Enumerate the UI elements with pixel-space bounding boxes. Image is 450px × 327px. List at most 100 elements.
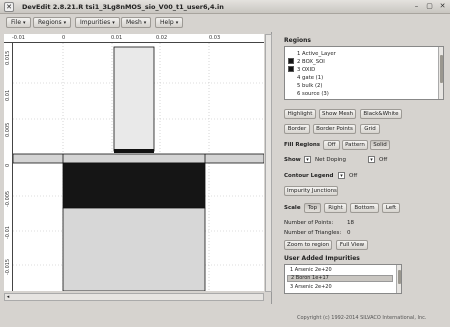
- region-gate[interactable]: [113, 46, 155, 152]
- black-white-button[interactable]: Black&White: [360, 109, 402, 119]
- fill-regions-label: Fill Regions: [284, 142, 321, 148]
- list-item[interactable]: 2 BOX_SOI: [288, 58, 325, 66]
- list-item[interactable]: 4 gate (1): [288, 74, 323, 82]
- menu-help-label: Help: [160, 19, 174, 26]
- fill-off-button[interactable]: Off: [323, 140, 340, 150]
- chevron-down-icon: ▾: [175, 20, 179, 26]
- y-tick-label: 0: [5, 163, 11, 167]
- region-swatch: [288, 74, 294, 80]
- menu-regions[interactable]: Regions ▾: [33, 17, 72, 28]
- border-button[interactable]: Border: [284, 124, 310, 134]
- region-label: 4 gate (1): [297, 75, 324, 81]
- y-tick-label: -0.015: [5, 258, 11, 275]
- x-tick-label: 0: [62, 35, 66, 41]
- region-bulk[interactable]: [62, 207, 206, 291]
- menu-mesh[interactable]: Mesh ▾: [121, 17, 152, 28]
- zoom-to-region-button[interactable]: Zoom to region: [284, 240, 332, 250]
- regions-title: Regions: [284, 37, 312, 44]
- fill-solid-button[interactable]: Solid: [370, 140, 390, 150]
- list-item[interactable]: 5 bulk (2): [288, 82, 323, 90]
- app-icon[interactable]: ✕: [4, 2, 14, 12]
- menu-impurities-label: Impurities: [80, 19, 111, 26]
- list-item[interactable]: 1 Active_Layer: [288, 50, 336, 58]
- region-label: 5 bulk (2): [297, 83, 323, 89]
- regions-list[interactable]: 1 Active_Layer 2 BOX_SOI 3 OXID 4 gate (…: [284, 46, 444, 100]
- region-swatch: [288, 66, 294, 72]
- contour-off-label: Off: [349, 173, 358, 179]
- triangles-value: 0: [347, 230, 351, 236]
- x-tick-label: 0.01: [111, 35, 123, 41]
- list-item[interactable]: 3 OXID: [288, 66, 315, 74]
- maximize-icon[interactable]: ▢: [425, 2, 434, 11]
- regions-scrollbar[interactable]: [438, 47, 443, 99]
- scale-top-button[interactable]: Top: [304, 203, 321, 213]
- x-tick-label: 0.02: [156, 35, 168, 41]
- region-swatch: [288, 58, 294, 64]
- y-tick-label: 0.005: [5, 122, 11, 137]
- region-label: 2 BOX_SOI: [297, 59, 325, 65]
- device-canvas[interactable]: [13, 43, 264, 291]
- region-label: 1 Active_Layer: [297, 51, 336, 57]
- contour-legend-checkbox[interactable]: ▾: [338, 172, 345, 179]
- menu-mesh-label: Mesh: [126, 19, 142, 26]
- impurity-junctions-button[interactable]: Impurity Junctions: [284, 186, 338, 196]
- show-mesh-button[interactable]: Show Mesh: [319, 109, 356, 119]
- menu-bar: File ▾ Regions ▾ Impurities ▾ Mesh ▾ Help ▾: [0, 14, 450, 31]
- impurities-list[interactable]: 1 Arsenic 2e+20 2 Boron 1e+17 3 Arsenic …: [284, 264, 402, 294]
- show-off-checkbox[interactable]: ▾: [368, 156, 375, 163]
- menu-file[interactable]: File ▾: [6, 17, 31, 28]
- user-impurities-title: User Added Impurities: [284, 255, 360, 262]
- window-title: DevEdit 2.8.21.R tsi1_3Lg8nMOS_sio_V00_t…: [22, 3, 224, 11]
- control-panel: Regions 1 Active_Layer 2 BOX_SOI 3 OXID …: [279, 32, 450, 327]
- menu-help[interactable]: Help ▾: [155, 17, 184, 28]
- left-ruler: 0.015 0.01 0.005 0 -0.005 -0.01 -0.015: [4, 43, 13, 291]
- full-view-button[interactable]: Full View: [336, 240, 368, 250]
- device-structure: [13, 43, 264, 291]
- vertical-scrollbar[interactable]: [265, 34, 272, 292]
- menu-impurities[interactable]: Impurities ▾: [75, 17, 120, 28]
- points-label: Number of Points:: [284, 220, 334, 226]
- x-tick-label: -0.01: [12, 35, 25, 41]
- list-item[interactable]: 1 Arsenic 2e+20: [287, 267, 393, 274]
- minimize-icon[interactable]: –: [412, 2, 421, 11]
- show-value: Net Doping: [315, 157, 346, 163]
- region-swatch: [288, 82, 294, 88]
- region-box-soi[interactable]: [62, 162, 206, 209]
- grid-button[interactable]: Grid: [360, 124, 380, 134]
- scale-bottom-button[interactable]: Bottom: [350, 203, 379, 213]
- border-points-button[interactable]: Border Points: [313, 124, 356, 134]
- title-bar: ✕ DevEdit 2.8.21.R tsi1_3Lg8nMOS_sio_V00…: [0, 0, 450, 14]
- y-tick-label: 0.015: [5, 50, 11, 65]
- region-active-layer[interactable]: [13, 153, 264, 164]
- list-item-selected[interactable]: 2 Boron 1e+17: [287, 275, 393, 282]
- chevron-down-icon: ▾: [143, 20, 147, 26]
- scale-left-button[interactable]: Left: [382, 203, 400, 213]
- region-label: 3 OXID: [297, 67, 316, 73]
- contour-legend-label: Contour Legend: [284, 173, 334, 179]
- scroll-left-icon[interactable]: ◂: [5, 294, 11, 300]
- impurities-scrollbar[interactable]: [396, 265, 401, 293]
- scale-label: Scale: [284, 205, 301, 211]
- y-tick-label: -0.005: [5, 190, 11, 207]
- fill-pattern-button[interactable]: Pattern: [342, 140, 368, 150]
- region-swatch: [288, 90, 294, 96]
- region-swatch: [288, 50, 294, 56]
- top-ruler: -0.01 0 0.01 0.02 0.03: [4, 34, 264, 43]
- close-icon[interactable]: ✕: [438, 2, 447, 11]
- chevron-down-icon: ▾: [23, 20, 26, 26]
- show-label: Show: [284, 157, 301, 163]
- list-item[interactable]: 3 Arsenic 2e+20: [287, 284, 393, 291]
- region-label: 6 source (3): [297, 91, 329, 97]
- scroll-thumb[interactable]: [440, 55, 443, 83]
- list-item[interactable]: 6 source (3): [288, 90, 329, 98]
- menu-file-label: File: [11, 19, 22, 26]
- highlight-button[interactable]: Highlight: [284, 109, 316, 119]
- y-tick-label: -0.01: [5, 226, 11, 239]
- horizontal-scrollbar[interactable]: ◂: [4, 293, 264, 301]
- scroll-thumb[interactable]: [398, 270, 401, 284]
- copyright-text: Copyright (c) 1992-2014 SILVACO Internat…: [297, 315, 427, 321]
- scale-right-button[interactable]: Right: [324, 203, 347, 213]
- show-dropdown-icon[interactable]: ▾: [304, 156, 311, 163]
- x-tick-label: 0.03: [209, 35, 221, 41]
- region-gate-oxide[interactable]: [114, 149, 154, 153]
